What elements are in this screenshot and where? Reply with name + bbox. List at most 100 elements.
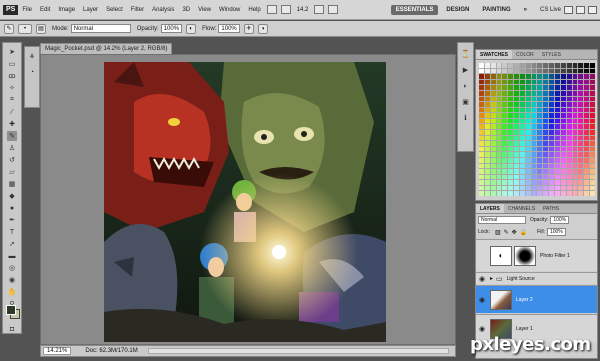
swatch-cell[interactable] xyxy=(549,113,555,118)
swatch-cell[interactable] xyxy=(519,174,525,180)
swatch-cell[interactable] xyxy=(590,146,595,152)
mode-select[interactable]: Normal xyxy=(70,24,131,33)
swatch-cell[interactable] xyxy=(578,157,584,163)
swatch-cell[interactable] xyxy=(555,124,560,129)
swatch-grid[interactable] xyxy=(479,63,595,196)
eye-icon[interactable]: ◉ xyxy=(476,275,488,283)
swatch-cell[interactable] xyxy=(578,135,584,141)
tab-color[interactable]: COLOR xyxy=(512,50,538,59)
swatch-cell[interactable] xyxy=(549,191,555,196)
swatch-cell[interactable] xyxy=(578,96,584,102)
swatch-cell[interactable] xyxy=(496,152,502,157)
swatch-cell[interactable] xyxy=(584,107,590,113)
arrange-documents-icon[interactable] xyxy=(314,5,325,14)
swatch-cell[interactable] xyxy=(590,102,595,107)
swatch-cell[interactable] xyxy=(484,102,490,107)
swatch-cell[interactable] xyxy=(514,113,519,118)
menu-edit[interactable]: Edit xyxy=(36,7,54,13)
swatch-cell[interactable] xyxy=(508,169,514,174)
swatch-cell[interactable] xyxy=(584,124,590,129)
swatch-cell[interactable] xyxy=(514,107,519,113)
swatch-cell[interactable] xyxy=(525,107,531,113)
swatch-cell[interactable] xyxy=(514,118,519,124)
swatch-cell[interactable] xyxy=(496,135,502,141)
layer-opacity-input[interactable]: 100% xyxy=(550,216,570,224)
swatch-cell[interactable] xyxy=(549,146,555,152)
zoom-percentage[interactable]: 14.21% xyxy=(43,347,72,355)
swatch-cell[interactable] xyxy=(496,185,502,191)
info-panel-icon[interactable]: ℹ xyxy=(461,113,471,123)
swatch-cell[interactable] xyxy=(496,146,502,152)
swatch-cell[interactable] xyxy=(560,68,566,74)
swatch-cell[interactable] xyxy=(560,85,566,90)
swatch-cell[interactable] xyxy=(572,185,578,191)
swatch-cell[interactable] xyxy=(537,141,543,146)
quick-mask-icon[interactable]: ◘ xyxy=(7,324,17,334)
swatch-cell[interactable] xyxy=(531,96,537,102)
swatch-cell[interactable] xyxy=(514,102,519,107)
swatch-cell[interactable] xyxy=(496,107,502,113)
swatch-cell[interactable] xyxy=(549,163,555,169)
swatch-cell[interactable] xyxy=(590,90,595,96)
lock-transparent-icon[interactable]: ▨ xyxy=(495,229,501,236)
swatch-cell[interactable] xyxy=(555,113,560,118)
swatch-cell[interactable] xyxy=(531,152,537,157)
swatch-cell[interactable] xyxy=(566,169,572,174)
swatch-cell[interactable] xyxy=(590,169,595,174)
swatch-cell[interactable] xyxy=(519,157,525,163)
swatch-cell[interactable] xyxy=(566,90,572,96)
swatch-cell[interactable] xyxy=(560,90,566,96)
swatch-cell[interactable] xyxy=(555,157,560,163)
swatch-cell[interactable] xyxy=(560,169,566,174)
swatch-cell[interactable] xyxy=(543,107,549,113)
swatch-cell[interactable] xyxy=(555,90,560,96)
swatch-cell[interactable] xyxy=(525,163,531,169)
swatch-cell[interactable] xyxy=(566,124,572,129)
menu-3d[interactable]: 3D xyxy=(178,7,194,13)
swatch-cell[interactable] xyxy=(537,74,543,79)
swatch-cell[interactable] xyxy=(519,63,525,68)
swatch-cell[interactable] xyxy=(543,90,549,96)
swatch-cell[interactable] xyxy=(490,96,496,102)
swatch-cell[interactable] xyxy=(502,79,508,85)
swatch-cell[interactable] xyxy=(543,157,549,163)
swatch-cell[interactable] xyxy=(508,146,514,152)
lock-position-icon[interactable]: ✥ xyxy=(512,229,517,236)
swatch-cell[interactable] xyxy=(560,135,566,141)
artwork-canvas[interactable] xyxy=(104,62,386,342)
swatch-cell[interactable] xyxy=(572,79,578,85)
swatch-cell[interactable] xyxy=(479,102,484,107)
swatch-cell[interactable] xyxy=(560,163,566,169)
swatch-cell[interactable] xyxy=(537,107,543,113)
swatch-cell[interactable] xyxy=(519,79,525,85)
swatch-cell[interactable] xyxy=(514,157,519,163)
swatch-cell[interactable] xyxy=(578,118,584,124)
swatch-cell[interactable] xyxy=(537,96,543,102)
swatch-cell[interactable] xyxy=(537,68,543,74)
swatch-cell[interactable] xyxy=(549,180,555,185)
swatch-cell[interactable] xyxy=(537,152,543,157)
swatch-cell[interactable] xyxy=(537,135,543,141)
swatch-cell[interactable] xyxy=(578,163,584,169)
swatch-cell[interactable] xyxy=(531,146,537,152)
swatch-cell[interactable] xyxy=(572,102,578,107)
swatch-cell[interactable] xyxy=(578,180,584,185)
swatch-cell[interactable] xyxy=(590,107,595,113)
swatch-cell[interactable] xyxy=(543,163,549,169)
swatch-cell[interactable] xyxy=(519,146,525,152)
swatch-cell[interactable] xyxy=(519,68,525,74)
swatch-cell[interactable] xyxy=(479,85,484,90)
healing-brush-tool-icon[interactable]: ✚ xyxy=(7,119,17,129)
swatch-cell[interactable] xyxy=(479,96,484,102)
menu-select[interactable]: Select xyxy=(102,7,127,13)
swatch-cell[interactable] xyxy=(508,113,514,118)
swatch-cell[interactable] xyxy=(555,169,560,174)
cs-live-button[interactable]: CS Live xyxy=(540,7,561,13)
swatch-cell[interactable] xyxy=(525,169,531,174)
swatch-cell[interactable] xyxy=(560,113,566,118)
swatch-cell[interactable] xyxy=(543,135,549,141)
swatch-cell[interactable] xyxy=(572,135,578,141)
swatch-cell[interactable] xyxy=(525,130,531,135)
swatch-cell[interactable] xyxy=(519,90,525,96)
swatch-cell[interactable] xyxy=(555,118,560,124)
